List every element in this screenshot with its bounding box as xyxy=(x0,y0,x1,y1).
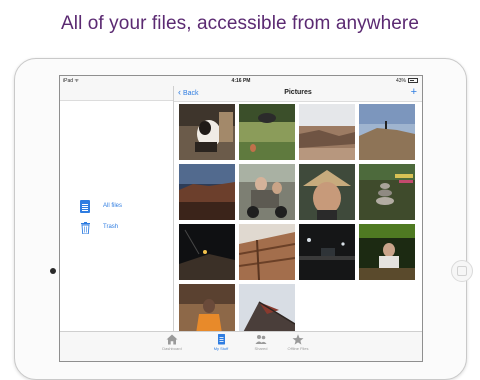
sidebar-item-label: Trash xyxy=(103,224,119,230)
battery-icon xyxy=(408,78,418,83)
sidebar-item-label: All files xyxy=(103,203,123,209)
photo-thumbnail-dog-portrait[interactable] xyxy=(179,104,235,160)
sidebar-item-trash[interactable]: Trash xyxy=(80,221,160,235)
people-icon xyxy=(255,335,267,344)
tab-offline-files[interactable]: Offline Files xyxy=(278,334,318,351)
trash-icon xyxy=(81,222,90,234)
battery-percent: 43% xyxy=(395,78,406,84)
home-button[interactable] xyxy=(451,260,473,282)
sidebar: All files Trash xyxy=(60,86,174,331)
tab-dashboard[interactable]: Dashboard xyxy=(152,334,192,351)
tab-shared[interactable]: Shared xyxy=(241,334,281,351)
headline: All of your files, accessible from anywh… xyxy=(60,13,420,34)
home-icon xyxy=(166,334,178,345)
photo-thumbnail-green-room-man[interactable] xyxy=(359,224,415,280)
photo-thumbnail-woman-in-hat[interactable] xyxy=(299,164,355,220)
photo-thumbnail-dog-in-grass[interactable] xyxy=(239,104,295,160)
tab-label: Dashboard xyxy=(162,346,182,351)
photo-thumbnail-mesa-landscape[interactable] xyxy=(179,164,235,220)
sidebar-item-all-files[interactable]: All files xyxy=(80,200,160,214)
sidebar-nav-bar xyxy=(60,86,173,101)
camera-icon xyxy=(50,268,56,274)
photo-thumbnail-person-on-rock[interactable] xyxy=(359,104,415,160)
star-icon xyxy=(292,334,304,345)
status-bar: iPad ᯤ 4:16 PM 43% xyxy=(60,76,422,86)
app-screen: iPad ᯤ 4:16 PM 43% All files Trash ‹ Bac… xyxy=(59,75,423,362)
clock: 4:16 PM xyxy=(231,78,251,84)
tab-label: My Stuff xyxy=(213,346,229,351)
photo-thumbnail-wooden-structure[interactable] xyxy=(239,224,295,280)
tab-bar: Dashboard My Stuff Shared Offline Files xyxy=(60,331,422,361)
photo-thumbnail-canyon-desert[interactable] xyxy=(299,104,355,160)
nav-bar: ‹ Back Pictures + xyxy=(174,86,422,102)
photo-thumbnail-stone-cairn[interactable] xyxy=(359,164,415,220)
document-icon xyxy=(80,200,90,213)
page-title: Pictures xyxy=(284,89,312,96)
tab-my-stuff[interactable]: My Stuff xyxy=(201,334,241,351)
photo-thumbnail-motorcycle-riders[interactable] xyxy=(239,164,295,220)
add-button[interactable]: + xyxy=(411,86,417,98)
photo-thumbnail-dark-street[interactable] xyxy=(299,224,355,280)
photo-thumbnail-night-hill[interactable] xyxy=(179,224,235,280)
tab-label: Offline Files xyxy=(287,346,309,351)
tab-label: Shared xyxy=(254,346,268,351)
document-icon xyxy=(218,334,225,345)
